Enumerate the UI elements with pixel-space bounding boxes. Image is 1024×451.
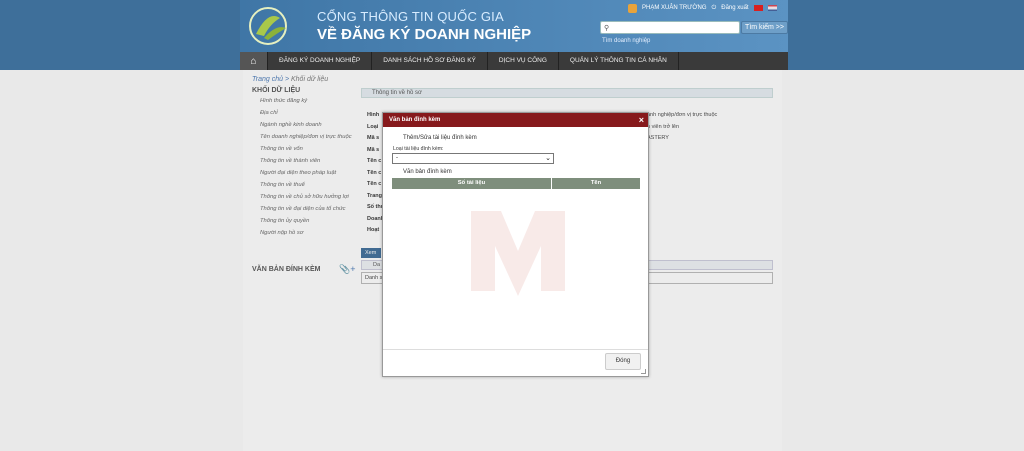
search-icon: ⚲: [604, 25, 610, 32]
site-title: VỀ ĐĂNG KÝ DOANH NGHIỆP: [317, 26, 532, 43]
portal-name: CỔNG THÔNG TIN QUỐC GIA: [317, 9, 504, 24]
doc-type-label: Loại tài liệu đính kèm:: [393, 146, 444, 152]
close-icon[interactable]: ×: [639, 113, 644, 127]
watermark-logo: [471, 211, 565, 296]
search-button[interactable]: Tìm kiếm >>: [741, 21, 788, 34]
english-flag-icon[interactable]: [767, 5, 777, 11]
nav-item-register[interactable]: ĐĂNG KÝ DOANH NGHIỆP: [268, 52, 373, 70]
column-doc-number[interactable]: Số tài liệu: [392, 178, 552, 189]
dialog-title: Văn bản đính kèm: [389, 117, 441, 123]
power-icon[interactable]: ⏻: [712, 5, 717, 12]
edit-section-title: Thêm/Sửa tài liệu đính kèm: [403, 135, 477, 141]
chevron-down-icon: ⌄: [545, 155, 551, 162]
dialog-titlebar: Văn bản đính kèm ×: [383, 113, 648, 127]
nav-item-public-services[interactable]: DỊCH VỤ CÔNG: [488, 52, 559, 70]
user-bar: PHẠM XUÂN TRƯỜNG ⏻ Đăng xuất: [628, 2, 777, 14]
doc-type-value: -: [396, 155, 398, 161]
logo-icon: [249, 7, 287, 45]
search-hint-link[interactable]: Tìm doanh nghiệp: [602, 38, 650, 44]
dialog-divider: [383, 349, 648, 350]
user-icon: [628, 3, 637, 13]
column-name[interactable]: Tên: [552, 178, 640, 189]
nav-item-applications[interactable]: DANH SÁCH HỒ SƠ ĐĂNG KÝ: [372, 52, 488, 70]
resize-handle-icon[interactable]: [641, 369, 646, 374]
logout-link[interactable]: Đăng xuất: [721, 5, 748, 11]
files-section-title: Văn bản đính kèm: [403, 169, 452, 175]
files-table-header: Số tài liệu Tên: [392, 178, 640, 189]
search-input[interactable]: ⚲: [600, 21, 740, 34]
nav-item-personal-info[interactable]: QUẢN LÝ THÔNG TIN CÁ NHÂN: [559, 52, 679, 70]
vietnam-flag-icon[interactable]: [753, 5, 763, 11]
user-name[interactable]: PHẠM XUÂN TRƯỜNG: [642, 5, 707, 11]
attachments-dialog: Văn bản đính kèm × Thêm/Sửa tài liệu đín…: [382, 112, 649, 377]
home-icon[interactable]: ⌂: [240, 52, 268, 70]
main-nav: ⌂ ĐĂNG KÝ DOANH NGHIỆP DANH SÁCH HỒ SƠ Đ…: [240, 52, 788, 70]
close-button[interactable]: Đóng: [605, 353, 641, 370]
doc-type-select[interactable]: - ⌄: [392, 153, 554, 164]
